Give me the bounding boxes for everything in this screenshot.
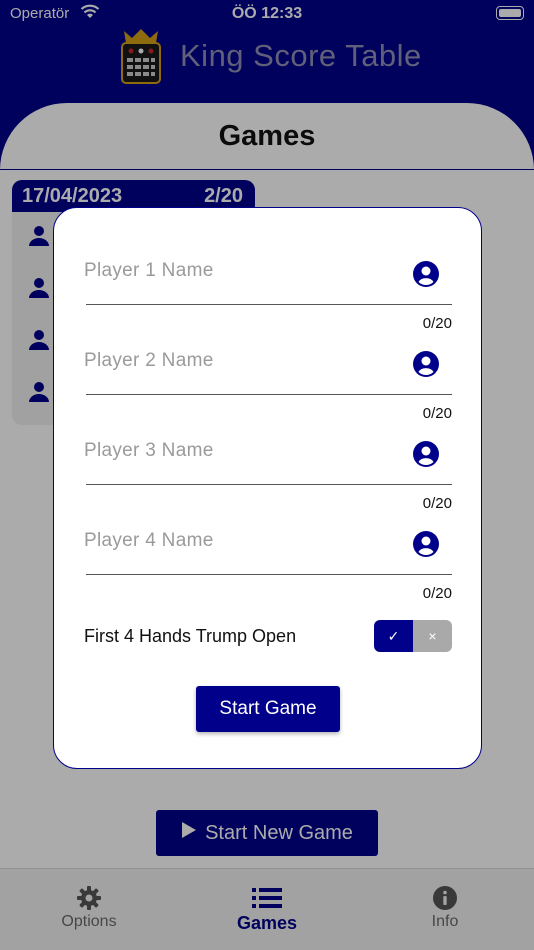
- player-4-name-input[interactable]: Player 4 Name: [84, 530, 214, 552]
- player-2-name-input[interactable]: Player 2 Name: [84, 350, 214, 372]
- user-circle-icon[interactable]: [412, 530, 440, 558]
- toggle-on-check-icon[interactable]: ✓: [374, 620, 413, 652]
- user-circle-icon[interactable]: [412, 440, 440, 468]
- input-underline: [86, 574, 452, 575]
- player-3-name-input[interactable]: Player 3 Name: [84, 440, 214, 462]
- player-1-field[interactable]: Player 1 Name 0/20: [84, 218, 452, 332]
- user-circle-icon[interactable]: [412, 350, 440, 378]
- character-counter: 0/20: [422, 585, 452, 602]
- input-underline: [86, 304, 452, 305]
- start-game-button[interactable]: Start Game: [196, 686, 340, 732]
- input-underline: [86, 484, 452, 485]
- user-circle-icon[interactable]: [412, 260, 440, 288]
- player-4-field[interactable]: Player 4 Name 0/20: [84, 488, 452, 602]
- player-1-name-input[interactable]: Player 1 Name: [84, 260, 214, 282]
- new-game-dialog: Player 1 Name 0/20 Player 2 Name 0/20 Pl…: [53, 207, 482, 769]
- input-underline: [86, 394, 452, 395]
- player-3-field[interactable]: Player 3 Name 0/20: [84, 398, 452, 512]
- player-2-field[interactable]: Player 2 Name 0/20: [84, 308, 452, 422]
- toggle-off-x-icon[interactable]: ×: [413, 620, 452, 652]
- trump-open-row: First 4 Hands Trump Open ✓ ×: [84, 620, 452, 652]
- trump-open-toggle[interactable]: ✓ ×: [374, 620, 452, 652]
- trump-open-label: First 4 Hands Trump Open: [84, 626, 297, 646]
